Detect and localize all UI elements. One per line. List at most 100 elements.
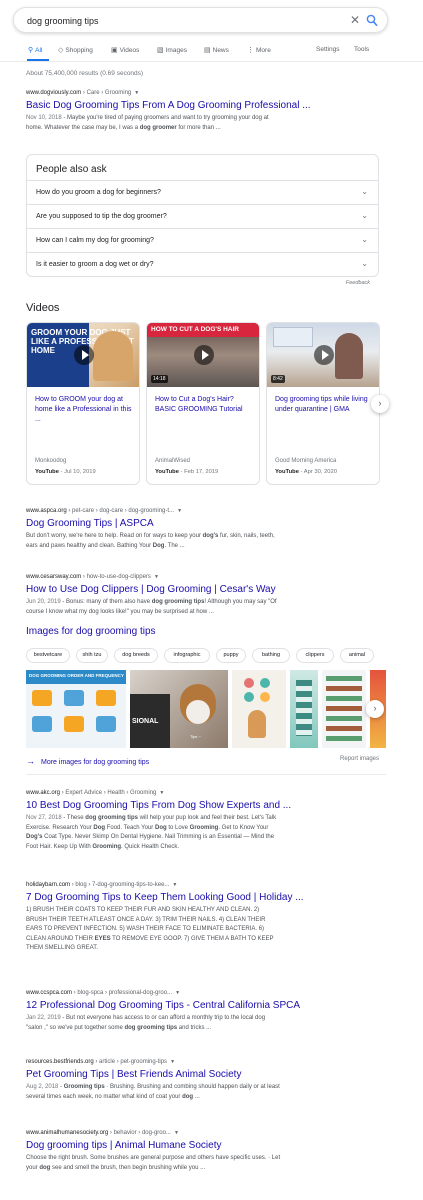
result-url[interactable]: www.dogviously.com › Care › Grooming ▼ [26, 90, 386, 96]
result-url[interactable]: www.cesarsway.com › how-to-use-dog-clipp… [26, 574, 386, 580]
chevron-down-icon[interactable]: ▼ [177, 508, 182, 514]
video-thumbnail[interactable]: HOW TO CUT A DOG'S HAIR 14:18 [147, 323, 259, 387]
video-title-link[interactable]: Dog grooming tips while living under qua… [275, 395, 375, 415]
result-title-link[interactable]: Dog grooming tips | Animal Humane Societ… [26, 1140, 386, 1151]
result-title-link[interactable]: 7 Dog Grooming Tips to Keep Them Looking… [26, 892, 386, 903]
chevron-down-icon[interactable]: ▼ [170, 1059, 175, 1065]
chevron-down-icon[interactable]: ▼ [175, 990, 180, 996]
report-images-link[interactable]: Report images [340, 756, 379, 762]
tab-news[interactable]: ▤ News [204, 46, 229, 54]
news-icon: ▤ [204, 47, 211, 54]
tab-all[interactable]: ⚲ All [28, 46, 42, 54]
tab-videos[interactable]: ▣ Videos [111, 46, 139, 54]
tools-link[interactable]: Tools [354, 46, 369, 53]
tab-shopping[interactable]: ◇ Shopping [58, 46, 93, 54]
close-icon[interactable]: ✕ [350, 13, 360, 27]
filter-chip[interactable]: bathing [252, 648, 290, 663]
snippet-text: - But not everyone has access to or can … [60, 1015, 266, 1021]
snippet-text: TO REMOVE EYE GOOP. 7) GIVE THEM A BATH … [110, 935, 274, 942]
result-title-link[interactable]: 12 Professional Dog Grooming Tips - Cent… [26, 1000, 386, 1011]
result-title-link[interactable]: 10 Best Dog Grooming Tips From Dog Show … [26, 800, 386, 811]
filter-chip[interactable]: bestvetcare [26, 648, 70, 663]
result-title-link[interactable]: Basic Dog Grooming Tips From A Dog Groom… [26, 100, 386, 111]
snippet-text: fur, skin, nails, teeth, [218, 533, 275, 539]
image-result[interactable] [290, 670, 318, 748]
chevron-down-icon[interactable]: ▼ [174, 1130, 179, 1136]
video-card[interactable]: 8:42 Dog grooming tips while living unde… [266, 322, 380, 485]
chevron-down-icon: ⌄ [361, 187, 368, 196]
feedback-link[interactable]: Feedback [346, 280, 370, 286]
video-duration: 8:42 [271, 375, 285, 383]
more-images-link[interactable]: → More images for dog grooming tips [26, 756, 149, 766]
paa-question[interactable]: Is it easier to groom a dog wet or dry? ⌄ [27, 252, 378, 276]
chevron-down-icon[interactable]: ▼ [134, 90, 139, 96]
image-caption: DOG GROOMING ORDER AND FREQUENCY [29, 673, 124, 678]
snippet-date: Jan 22, 2019 [26, 1015, 61, 1021]
snippet-text: Choose the right brush. Some brushes are… [26, 1155, 281, 1161]
snippet-text: Exercise. Research Your [26, 824, 94, 831]
filter-chip[interactable]: clippers [296, 648, 334, 663]
filter-chip[interactable]: dog breeds [114, 648, 158, 663]
video-thumbnail[interactable]: 8:42 [267, 323, 379, 387]
images-heading-link[interactable]: Images for dog grooming tips [26, 626, 156, 637]
video-title-link[interactable]: How to GROOM your dog at home like a Pro… [35, 395, 135, 425]
result-url[interactable]: www.animalhumanesociety.org › behavior ›… [26, 1130, 386, 1136]
tab-more[interactable]: ⋮ More [247, 46, 271, 54]
chevron-right-icon[interactable]: › [371, 395, 389, 413]
result-title-link[interactable]: Dog Grooming Tips | ASPCA [26, 518, 386, 529]
paa-question-text: How can I calm my dog for grooming? [36, 237, 154, 244]
result-url[interactable]: resources.bestfriends.org › article › pe… [26, 1059, 386, 1065]
url-path: › blog-spca › professional-dog-groo... [72, 990, 173, 996]
result-url[interactable]: holidaybarn.com › blog › 7-dog-grooming-… [26, 882, 386, 888]
result-title-link[interactable]: How to Use Dog Clippers | Dog Grooming |… [26, 584, 386, 595]
chevron-right-icon[interactable]: › [366, 700, 384, 718]
image-result[interactable]: SIONAL Tips ~ [130, 670, 228, 748]
image-result[interactable] [232, 670, 286, 748]
search-input[interactable]: dog grooming tips [27, 16, 99, 26]
video-thumbnail[interactable]: GROOM YOUR DOG JUST LIKE A PROFESSIONAL … [27, 323, 139, 387]
result-url[interactable]: www.akc.org › Expert Advice › Health › G… [26, 790, 386, 796]
image-result[interactable]: DOG GROOMING ORDER AND FREQUENCY [26, 670, 126, 748]
snippet-text: to Love [166, 824, 190, 831]
result-title-link[interactable]: Pet Grooming Tips | Best Friends Animal … [26, 1069, 386, 1080]
settings-link[interactable]: Settings [316, 46, 340, 53]
paa-question[interactable]: Are you supposed to tip the dog groomer?… [27, 204, 378, 228]
video-card[interactable]: HOW TO CUT A DOG'S HAIR 14:18 How to Cut… [146, 322, 260, 485]
paa-question[interactable]: How can I calm my dog for grooming? ⌄ [27, 228, 378, 252]
snippet-text: for more than ... [176, 124, 221, 131]
snippet-text: CLEAN AROUND THEIR [26, 935, 95, 942]
filter-chip[interactable]: puppy [216, 648, 246, 663]
snippet-text: - Maybe you're tired of paying groomers … [61, 115, 269, 121]
chevron-down-icon[interactable]: ▼ [159, 790, 164, 796]
video-date: - Jul 10, 2019 [58, 469, 96, 475]
more-images-label: More images for dog grooming tips [41, 759, 150, 766]
chevron-down-icon[interactable]: ▼ [154, 574, 159, 580]
tab-label: News [212, 47, 229, 54]
video-card[interactable]: GROOM YOUR DOG JUST LIKE A PROFESSIONAL … [26, 322, 140, 485]
play-icon [314, 345, 334, 365]
result-stats: About 75,400,000 results (0.69 seconds) [26, 70, 144, 77]
chevron-down-icon[interactable]: ▼ [172, 882, 177, 888]
snippet-highlight: dog's [202, 533, 219, 539]
filter-chip[interactable]: shih tzu [76, 648, 108, 663]
snippet-highlight: Dog [152, 542, 165, 549]
snippet-text: - These [61, 815, 86, 821]
image-result[interactable] [322, 670, 366, 748]
video-title-link[interactable]: How to Cut a Dog's Hair? BASIC GROOMING … [155, 395, 255, 415]
result-url[interactable]: www.aspca.org › pet-care › dog-care › do… [26, 508, 386, 514]
filter-chip[interactable]: infographic [164, 648, 210, 663]
tab-images[interactable]: ▧ Images [157, 46, 187, 54]
snippet-text: Coat Type. Never Skimp On Dental Hygiene… [42, 834, 275, 840]
paa-question[interactable]: How do you groom a dog for beginners? ⌄ [27, 180, 378, 204]
search-box[interactable]: dog grooming tips ✕ [13, 7, 388, 33]
play-icon [74, 345, 94, 365]
snippet-highlight: Dog [93, 824, 106, 831]
tab-label: Images [165, 47, 187, 54]
active-tab-indicator [27, 59, 49, 61]
url-domain: www.animalhumanesociety.org [26, 1130, 109, 1136]
filter-chip[interactable]: animal [340, 648, 374, 663]
result-url[interactable]: www.ccspca.com › blog-spca › professiona… [26, 990, 386, 996]
search-icon[interactable] [366, 14, 378, 27]
snippet-highlight: Grooming [189, 824, 219, 831]
tab-label: All [35, 47, 43, 54]
